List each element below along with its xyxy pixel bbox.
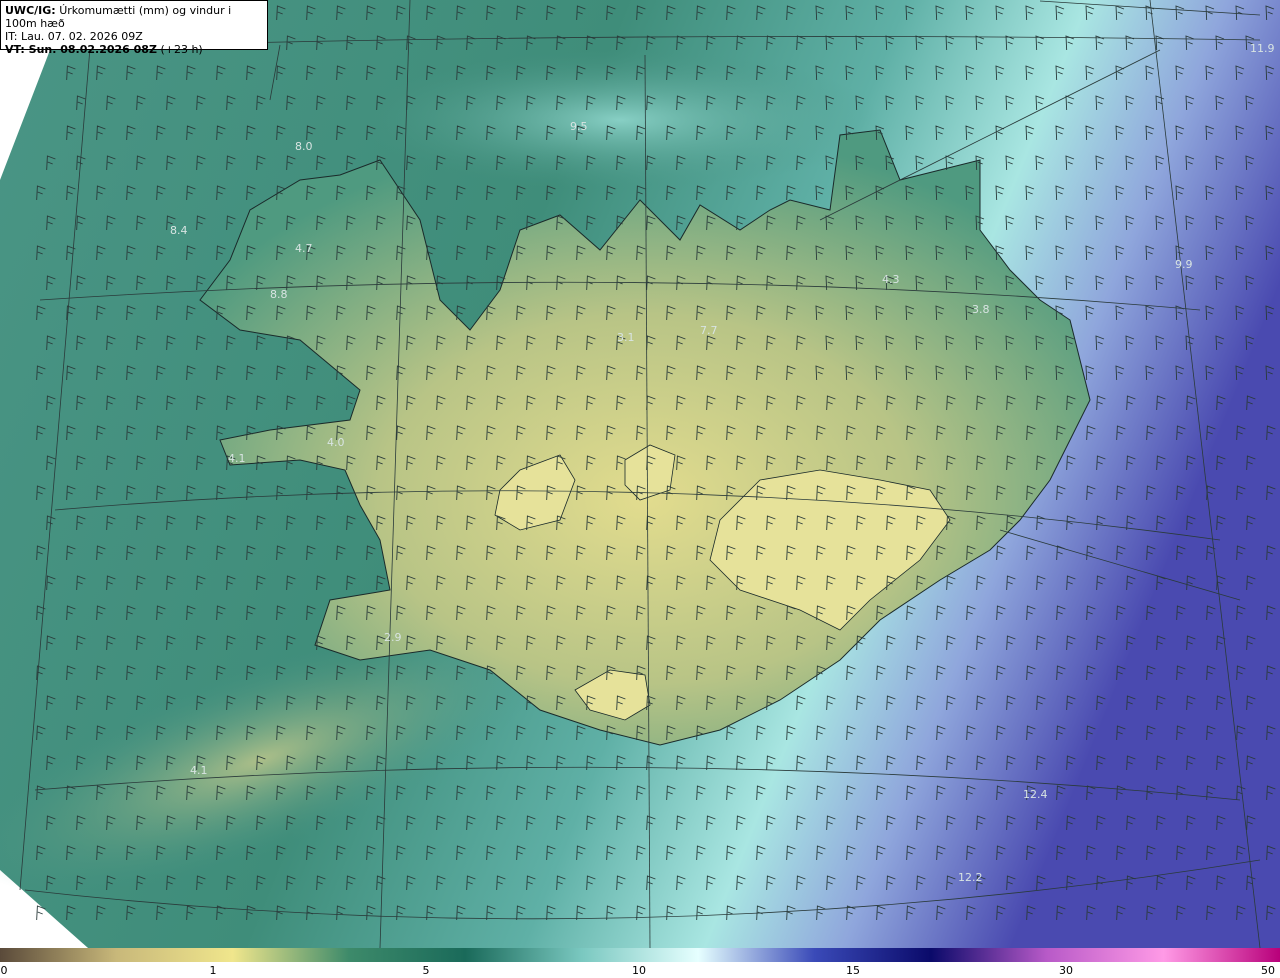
map-label-17: 8.8	[270, 288, 288, 301]
it-value: Lau. 07. 02. 2026 09Z	[20, 30, 143, 43]
initial-time-line: IT: Lau. 07. 02. 2026 09Z	[5, 30, 263, 43]
map-label-2: 8.4	[170, 224, 188, 237]
colorbar-tick-5: 5	[422, 964, 430, 977]
colorbar-strip	[0, 948, 1280, 962]
colorbar-tick-30: 30	[1059, 964, 1073, 977]
map-label-1: 8.0	[295, 140, 313, 153]
map-label-14: 9.5	[570, 120, 588, 133]
chart-info-box: UWC/IG: Úrkomumætti (mm) og vindur i 100…	[0, 0, 268, 56]
map-label-9: 2.9	[384, 631, 402, 644]
vt-suffix: (+23 h)	[160, 43, 203, 56]
map-label-7: 4.3	[882, 273, 900, 286]
map-label-3: 4.7	[295, 242, 313, 255]
valid-time-line: VT: Sun. 08.02.2026 08Z (+23 h)	[5, 43, 263, 56]
map-label-8: 3.8	[972, 303, 990, 316]
colorbar-tick-15: 15	[846, 964, 860, 977]
precipitation-map: 8.0 8.4 4.7 4.0 4.1 3.1 4.3 3.8 2.9 4.1 …	[0, 0, 1280, 948]
map-label-5: 4.1	[228, 452, 246, 465]
map-label-12: 12.2	[958, 871, 983, 884]
map-label-4: 4.0	[327, 436, 345, 449]
colorbar: 0 1 5 10 15 30 50	[0, 948, 1280, 978]
map-label-11: 12.4	[1023, 788, 1048, 801]
it-label: IT:	[5, 30, 18, 43]
colorbar-tick-0: 0	[0, 964, 8, 977]
north-cyan-area	[360, 50, 880, 190]
map-label-13: 11.9	[1250, 42, 1275, 55]
colorbar-tick-10: 10	[632, 964, 646, 977]
map-label-15: 9.9	[1175, 258, 1193, 271]
model-label: UWC/IG:	[5, 4, 56, 17]
map-label-16: 7.7	[700, 324, 718, 337]
title-line: UWC/IG: Úrkomumætti (mm) og vindur i 100…	[5, 4, 263, 30]
colorbar-tick-50: 50	[1261, 964, 1275, 977]
colorbar-tick-1: 1	[209, 964, 217, 977]
vt-label: VT: Sun. 08.02.2026 08Z	[5, 43, 157, 56]
map-label-6: 3.1	[617, 331, 635, 344]
map-label-10: 4.1	[190, 764, 208, 777]
